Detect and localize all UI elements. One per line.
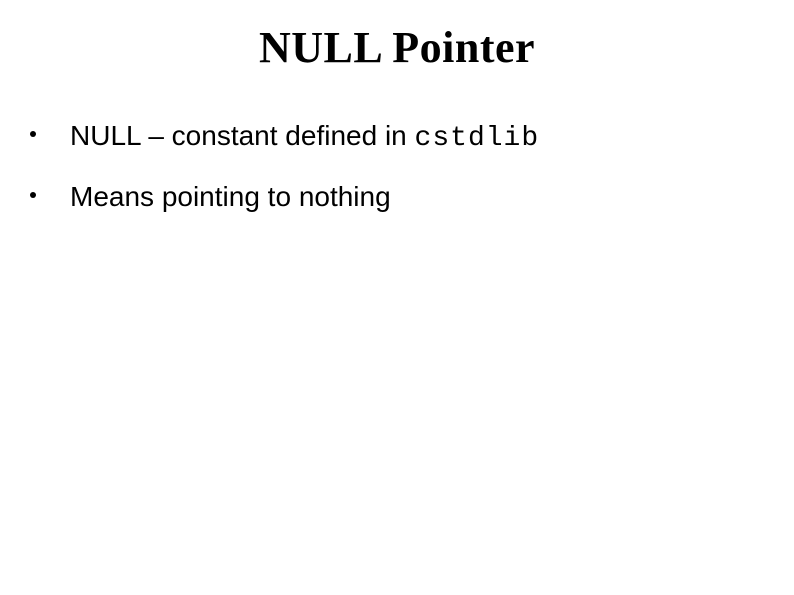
bullet-icon (30, 192, 36, 198)
bullet-text: NULL – constant defined in cstdlib (70, 117, 539, 158)
bullet-icon (30, 131, 36, 137)
list-item: NULL – constant defined in cstdlib (30, 117, 539, 158)
bullet-prefix: NULL – constant defined in (70, 120, 415, 151)
code-literal: cstdlib (415, 123, 540, 154)
list-item: Means pointing to nothing (30, 178, 539, 216)
bullet-list: NULL – constant defined in cstdlib Means… (30, 117, 539, 236)
slide-title: NULL Pointer (0, 22, 794, 73)
bullet-text: Means pointing to nothing (70, 178, 391, 216)
bullet-content: Means pointing to nothing (70, 181, 391, 212)
